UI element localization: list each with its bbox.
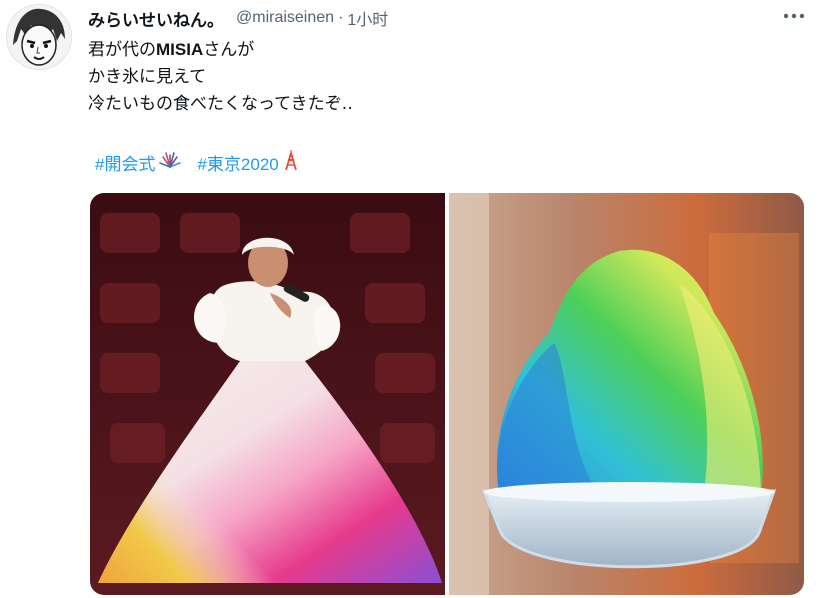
tweet-header: みらいせいねん。 @miraiseinen · 1小时 (88, 6, 388, 30)
separator-dot: · (338, 9, 344, 26)
media-photo-singer[interactable] (90, 193, 445, 595)
avatar[interactable] (6, 4, 72, 70)
media-photo-shaved-ice[interactable] (449, 193, 804, 595)
more-options-button[interactable] (780, 4, 808, 28)
hashtag-opening-ceremony[interactable]: #開会式 (95, 150, 155, 175)
user-handle[interactable]: @miraiseinen (236, 9, 334, 27)
more-dots-icon (783, 13, 805, 19)
tweet-text-line-1: 君が代のMISIAさんが (88, 36, 353, 63)
tweet-text-line-2: かき氷に見えて (88, 67, 207, 86)
singer-rainbow-dress-photo (90, 193, 445, 595)
text-segment: さんが (203, 40, 255, 59)
text-segment: 君が代の (88, 40, 156, 59)
tokyo-tower-icon (283, 149, 299, 176)
rainbow-shaved-ice-photo (449, 193, 804, 595)
timestamp[interactable]: 1小时 (347, 6, 388, 30)
hashtag-row: #開会式 #東京2020 (95, 149, 299, 176)
hashtag-tokyo2020[interactable]: #東京2020 (197, 150, 278, 175)
manga-face-avatar-icon (7, 5, 71, 69)
tweet-text: 君が代のMISIAさんが かき氷に見えて 冷たいもの食べたくなってきたぞ‥ (88, 36, 353, 117)
fireworks-icon (159, 151, 182, 174)
bold-name: MISIA (156, 40, 204, 59)
display-name[interactable]: みらいせいねん。 (88, 6, 224, 31)
tweet-text-line-3: 冷たいもの食べたくなってきたぞ‥ (88, 94, 353, 113)
media-grid (90, 193, 804, 595)
